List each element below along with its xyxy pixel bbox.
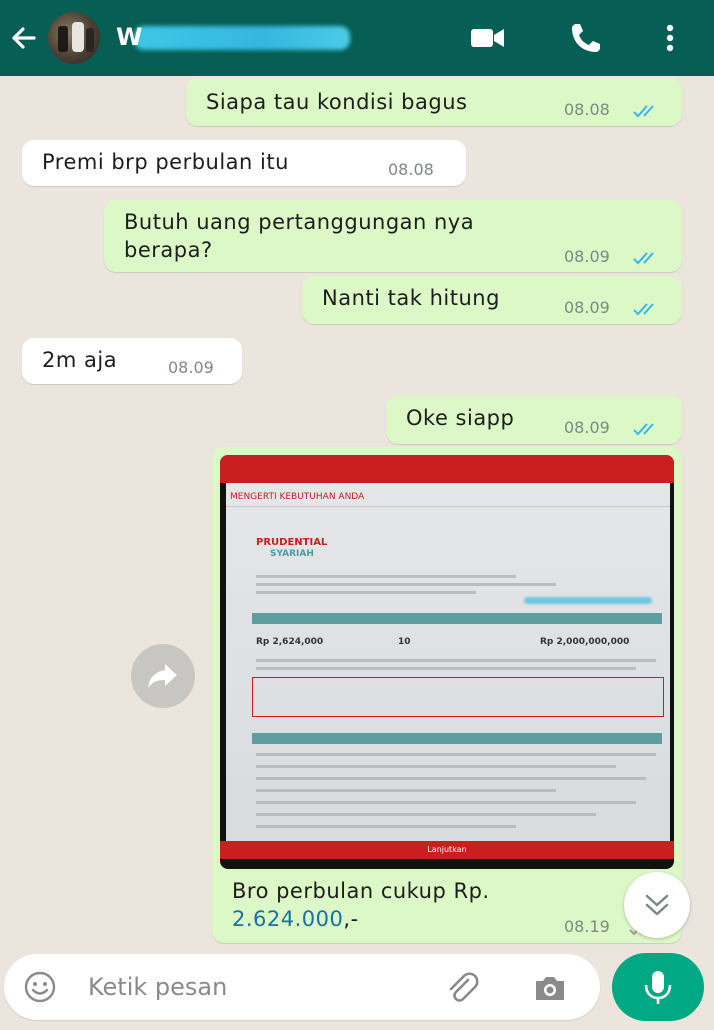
emoji-button[interactable] [22, 969, 58, 1005]
message-text-line-2: berapa? [124, 238, 213, 262]
read-receipt-icon [633, 303, 654, 316]
continue-button: Lanjutkan [220, 841, 674, 859]
message-bubble-incoming[interactable]: 2m aja 08.09 [22, 338, 242, 384]
contribution-value: Rp 2,624,000 [256, 637, 324, 647]
section-title: MENGERTI KEBUTUHAN ANDA [226, 487, 670, 507]
redaction-line [524, 597, 652, 604]
video-call-icon [471, 29, 504, 47]
phone-number-link[interactable]: 2.624.000 [232, 907, 343, 931]
message-time: 08.08 [388, 160, 434, 179]
phone-icon [572, 24, 600, 52]
voice-call-button[interactable] [566, 18, 606, 58]
message-time: 08.09 [564, 418, 610, 437]
contact-name[interactable]: W [116, 22, 356, 52]
read-receipt-icon [633, 252, 654, 265]
brand-logo-sub: SYARIAH [270, 549, 314, 559]
video-call-button[interactable] [468, 18, 508, 58]
camera-icon [536, 977, 564, 1000]
name-redaction [134, 26, 350, 50]
sum-value: Rp 2,000,000,000 [540, 637, 630, 647]
back-button[interactable] [4, 18, 44, 58]
message-time: 08.09 [564, 247, 610, 266]
read-receipt-icon [633, 105, 654, 118]
brand-logo: PRUDENTIAL [256, 537, 328, 548]
mic-icon [644, 971, 672, 1004]
message-time: 08.19 [564, 917, 610, 936]
app-bar [220, 455, 674, 483]
forward-icon [148, 664, 177, 688]
message-time: 08.09 [168, 358, 214, 377]
camera-button[interactable] [530, 968, 570, 1008]
message-text: Oke siapp [406, 406, 515, 430]
message-time: 08.09 [564, 298, 610, 317]
image-message-bubble[interactable]: MENGERTI KEBUTUHAN ANDA PRUDENTIAL SYARI… [212, 447, 682, 943]
back-arrow-icon [12, 27, 36, 49]
avatar[interactable] [48, 12, 100, 64]
forward-button[interactable] [131, 644, 195, 708]
document-page: MENGERTI KEBUTUHAN ANDA PRUDENTIAL SYARI… [226, 483, 670, 859]
voice-message-button[interactable] [612, 953, 704, 1021]
message-text: Siapa tau kondisi bagus [206, 90, 468, 114]
chat-header: W [0, 0, 714, 76]
chevron-double-down-icon [645, 894, 669, 916]
message-bubble-outgoing[interactable]: Siapa tau kondisi bagus 08.08 [186, 78, 682, 126]
message-text: Nanti tak hitung [322, 286, 500, 310]
attached-image[interactable]: MENGERTI KEBUTUHAN ANDA PRUDENTIAL SYARI… [220, 455, 674, 869]
read-receipt-icon [633, 423, 654, 436]
message-bubble-outgoing[interactable]: Nanti tak hitung 08.09 [302, 276, 682, 324]
message-time: 08.08 [564, 100, 610, 119]
message-composer [4, 954, 600, 1020]
scroll-to-bottom-button[interactable] [624, 872, 690, 938]
message-list[interactable]: Siapa tau kondisi bagus 08.08 Premi brp … [0, 76, 714, 946]
message-bubble-outgoing[interactable]: Oke siapp 08.09 [386, 396, 682, 444]
message-bubble-outgoing[interactable]: Butuh uang pertanggungan nya berapa? 08.… [104, 200, 682, 272]
more-options-button[interactable] [650, 18, 690, 58]
attach-icon [449, 972, 479, 1002]
message-text: 2m aja [42, 348, 118, 372]
attach-button[interactable] [442, 968, 482, 1008]
emoji-icon [24, 971, 56, 1003]
message-text-line-1: Butuh uang pertanggungan nya [124, 210, 475, 234]
more-vert-icon [666, 24, 674, 52]
message-input[interactable] [88, 968, 418, 1006]
message-text: Premi brp perbulan itu [42, 150, 289, 174]
message-bubble-incoming[interactable]: Premi brp perbulan itu 08.08 [22, 140, 466, 186]
period-value: 10 [398, 637, 411, 647]
